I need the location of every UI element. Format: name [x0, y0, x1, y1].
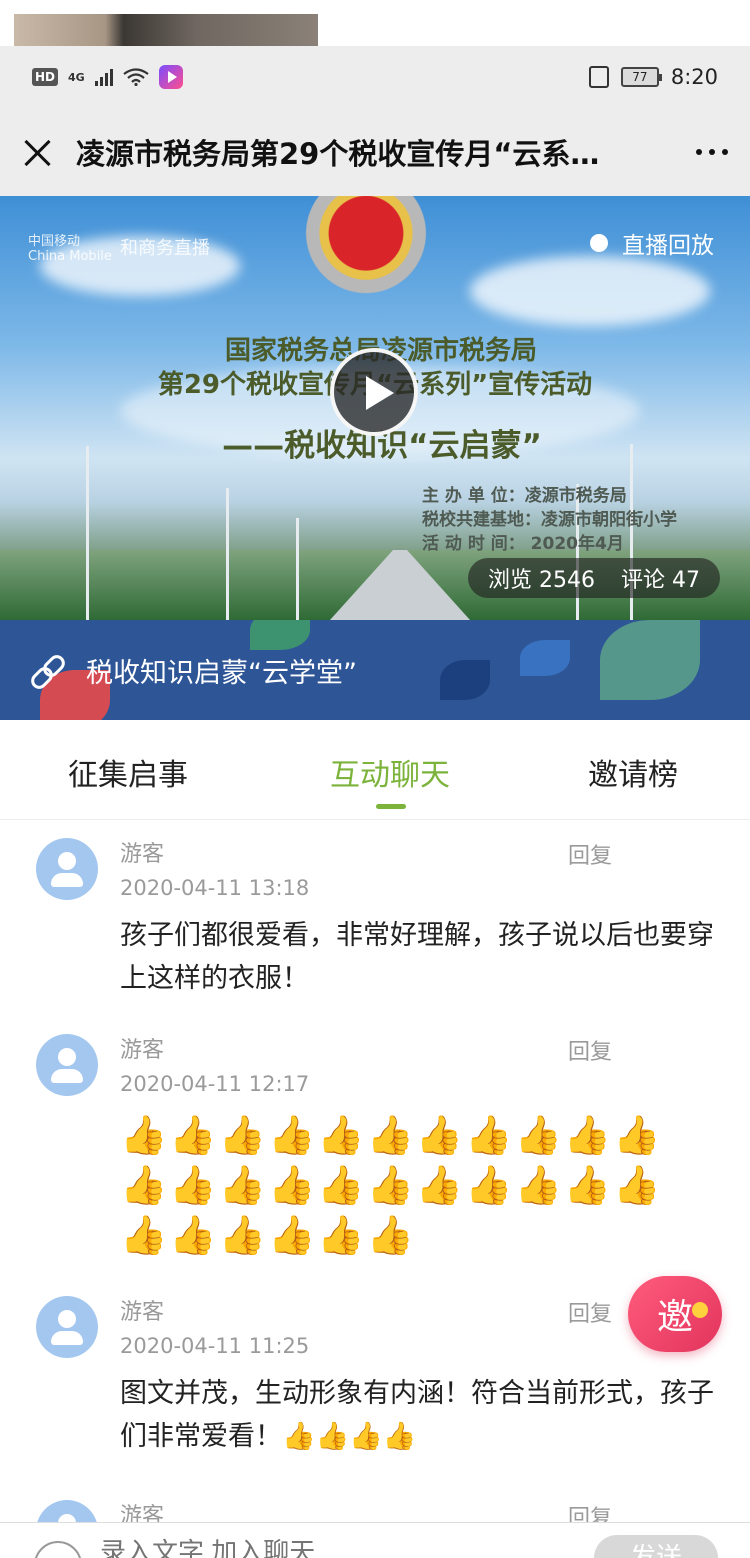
link-icon	[28, 652, 64, 688]
vibrate-icon	[588, 66, 609, 88]
comment-text: 孩子们都很爱看，非常好理解，孩子说以后也要穿上这样的衣服！	[120, 920, 714, 994]
banner-info-organizer: 主 办 单 位：凌源市税务局	[422, 486, 627, 506]
wifi-icon	[123, 68, 149, 86]
tab-invite-ranking[interactable]: 邀请榜	[588, 750, 678, 794]
notification-dot	[692, 1302, 708, 1318]
emoji-icon[interactable]	[34, 1541, 82, 1558]
page-title: 凌源市税务局第29个税收宣传月“云系…	[76, 137, 600, 171]
comment-count: 评论 47	[621, 568, 700, 593]
invite-button[interactable]: 邀	[628, 1276, 722, 1352]
tab-announcement[interactable]: 征集启事	[68, 750, 188, 794]
more-icon[interactable]	[696, 149, 728, 155]
comment-item: 游客 回复 2020-04-11 12:17 👍👍👍👍👍👍👍👍👍👍👍👍👍👍👍👍👍…	[0, 1018, 750, 1280]
status-bar: HD 4G 77 8:20	[0, 46, 750, 108]
comment-author: 游客	[120, 1300, 165, 1325]
national-emblem	[292, 196, 440, 304]
invite-button-label: 邀	[656, 1297, 693, 1338]
comment-text: 图文并茂，生动形象有内涵！符合当前形式，孩子们非常爱看！👍👍👍👍	[120, 1378, 714, 1452]
comment-time: 2020-04-11 11:25	[120, 1334, 310, 1358]
battery-icon: 77	[620, 67, 662, 87]
comment-list: 游客 回复 2020-04-11 13:18 孩子们都很爱看，非常好理解，孩子说…	[0, 822, 750, 1558]
avatar	[36, 1296, 98, 1358]
comment-author: 游客	[120, 1038, 165, 1063]
video-app-icon	[158, 65, 183, 89]
comment-author: 游客	[120, 842, 165, 867]
course-link-text: 税收知识启蒙“云学堂”	[86, 657, 357, 689]
live-service-logo: 和商务直播	[120, 238, 210, 259]
avatar	[36, 1034, 98, 1096]
nav-bar: 凌源市税务局第29个税收宣传月“云系…	[0, 108, 750, 196]
status-right: 77 8:20	[588, 65, 718, 89]
hd-icon: HD	[32, 68, 59, 86]
tab-bar: 征集启事 互动聊天 邀请榜	[0, 720, 750, 820]
reply-button[interactable]: 回复	[568, 1296, 612, 1328]
signal-icon	[94, 68, 113, 86]
reply-button[interactable]: 回复	[568, 1034, 612, 1066]
reply-button[interactable]: 回复	[568, 838, 612, 870]
live-replay-tag: 直播回放	[590, 226, 714, 260]
close-icon[interactable]	[22, 136, 54, 168]
china-mobile-logo: 中国移动 China Mobile	[28, 234, 112, 264]
clock: 8:20	[670, 65, 718, 89]
banner-info-base: 税校共建基地：凌源市朝阳街小学	[422, 510, 677, 530]
banner-info: 主 办 单 位：凌源市税务局 税校共建基地：凌源市朝阳街小学 活 动 时 间： …	[422, 484, 677, 556]
thumbnail-image[interactable]	[14, 14, 318, 46]
top-thumbnail-strip	[0, 0, 750, 46]
active-tab-indicator	[376, 804, 406, 809]
network-type: 4G	[68, 70, 85, 84]
banner-info-date: 活 动 时 间： 2020年4月	[422, 534, 624, 554]
status-left: HD 4G	[32, 65, 183, 89]
play-button[interactable]	[330, 348, 418, 436]
tab-interactive-chat[interactable]: 互动聊天	[330, 750, 450, 794]
comment-time: 2020-04-11 12:17	[120, 1072, 310, 1096]
comment-item: 游客 回复 2020-04-11 13:18 孩子们都很爱看，非常好理解，孩子说…	[0, 822, 750, 1018]
send-button[interactable]: 发送	[594, 1535, 718, 1558]
view-count: 浏览 2546	[488, 568, 595, 593]
comment-text: 👍👍👍👍👍👍👍👍👍👍👍👍👍👍👍👍👍👍👍👍👍👍👍👍👍👍👍👍	[120, 1113, 663, 1257]
chat-input-bar: 发送	[0, 1522, 750, 1558]
comment-time: 2020-04-11 13:18	[120, 876, 310, 900]
avatar	[36, 838, 98, 900]
stats-pill: 浏览 2546 评论 47	[468, 558, 720, 598]
course-link-bar[interactable]: 税收知识启蒙“云学堂”	[0, 620, 750, 720]
chat-input[interactable]	[100, 1537, 580, 1558]
